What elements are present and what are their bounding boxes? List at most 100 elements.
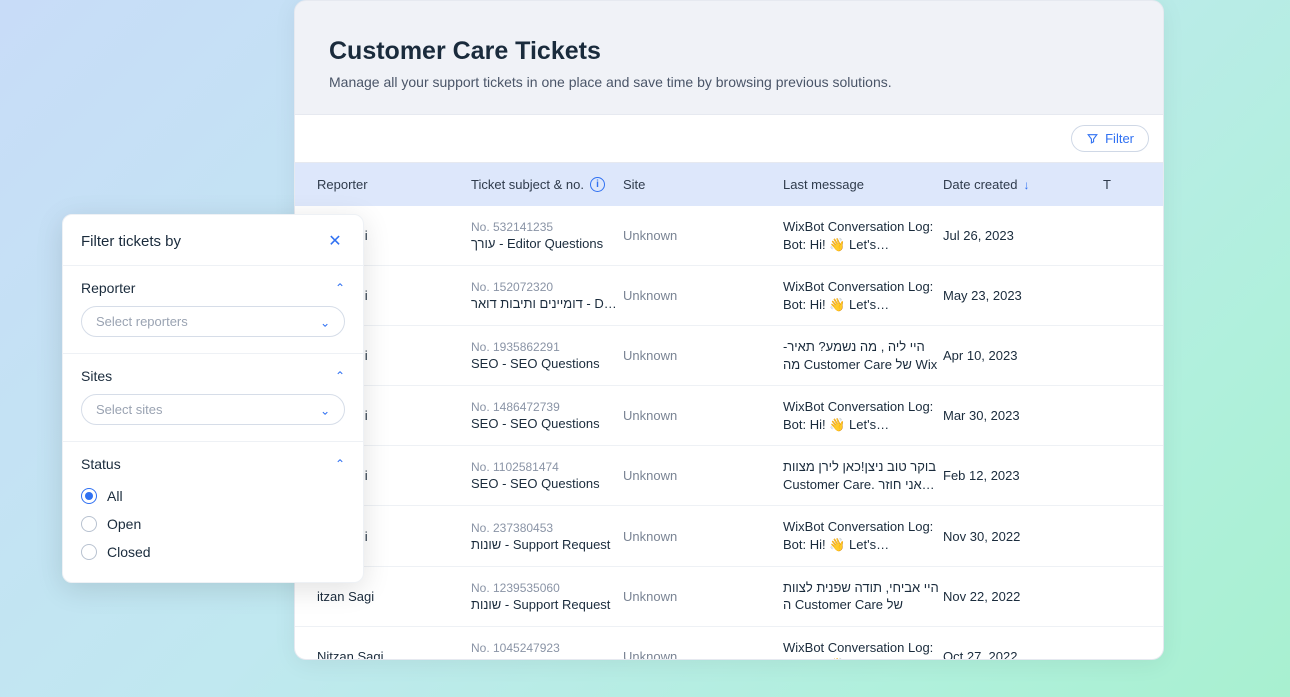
table-row[interactable]: zan SagiNo. 532141235עורך - Editor Quest… [295,206,1163,266]
filter-popup: Filter tickets by ✕ Reporter ⌃ Select re… [62,214,364,583]
radio-icon [81,488,97,504]
table-header: Reporter Ticket subject & no. i Site Las… [295,163,1163,206]
ticket-subject: SEO - SEO Questions [471,416,623,431]
cell-message: WixBot Conversation Log: Bot: Hi! 👋 Let'… [783,639,943,660]
table-row[interactable]: zan SagiNo. 237380453שונות - Support Req… [295,506,1163,566]
close-icon: ✕ [328,231,341,251]
ticket-subject: SEO - SEO Questions [471,476,623,491]
info-icon[interactable]: i [590,177,605,192]
column-header-site[interactable]: Site [623,177,783,192]
section-toggle-reporter[interactable]: Reporter ⌃ [81,280,345,296]
cell-subject: No. 152072320 דומיינים ותיבות דואר - Do… [471,280,623,311]
chevron-up-icon: ⌃ [335,457,345,471]
column-header-t[interactable]: T [1103,177,1141,192]
cell-message: היי אביחי, תודה שפנית לצוות ה Customer C… [783,579,943,614]
column-header-reporter[interactable]: Reporter [317,177,471,192]
ticket-number: No. 152072320 [471,280,623,294]
section-toggle-status[interactable]: Status ⌃ [81,456,345,472]
cell-date: Apr 10, 2023 [943,348,1103,363]
chevron-up-icon: ⌃ [335,281,345,295]
cell-reporter: Nitzan Sagi [317,649,471,660]
page-title: Customer Care Tickets [329,37,1129,66]
sort-desc-icon: ↓ [1023,178,1029,192]
ticket-subject: שונות - Support Request [471,597,623,612]
filter-section-status: Status ⌃ All Open Closed [63,442,363,582]
status-option[interactable]: Closed [81,538,345,566]
section-label: Status [81,456,121,472]
cell-message: WixBot Conversation Log: Bot: Hi! 👋 Let'… [783,218,943,253]
ticket-subject: עורך - Editor Questions [471,236,623,251]
cell-message: בוקר טוב ניצן!כאן לירן מצוות Customer Ca… [783,458,943,493]
ticket-number: No. 1239535060 [471,581,623,595]
popup-title: Filter tickets by [81,233,181,250]
cell-site: Unknown [623,288,783,303]
cell-site: Unknown [623,408,783,423]
status-option-label: Open [107,516,141,532]
table-row[interactable]: itzan SagiNo. 1239535060 שונות - Support … [295,567,1163,627]
tickets-panel: Customer Care Tickets Manage all your su… [294,0,1164,660]
cell-subject: No. 1239535060 שונות - Support Request [471,581,623,612]
table-row[interactable]: zan SagiNo. 1935862291SEO - SEO Question… [295,326,1163,386]
column-header-subject[interactable]: Ticket subject & no. i [471,177,623,192]
reporter-select[interactable]: Select reporters ⌃ [81,306,345,337]
cell-subject: No. 1935862291 SEO - SEO Questions [471,340,623,371]
cell-message: -היי ליה , מה נשמע? תאיר מה Customer Car… [783,338,943,373]
cell-site: Unknown [623,228,783,243]
cell-date: May 23, 2023 [943,288,1103,303]
page-subtitle: Manage all your support tickets in one p… [329,74,1129,90]
cell-date: Nov 30, 2022 [943,529,1103,544]
radio-icon [81,516,97,532]
sites-select[interactable]: Select sites ⌃ [81,394,345,425]
cell-date: Nov 22, 2022 [943,589,1103,604]
status-option-label: All [107,488,123,504]
cell-reporter: itzan Sagi [317,589,471,604]
cell-date: Jul 26, 2023 [943,228,1103,243]
cell-site: Unknown [623,468,783,483]
status-option-label: Closed [107,544,151,560]
cell-site: Unknown [623,649,783,660]
cell-site: Unknown [623,529,783,544]
table-row[interactable]: zan SagiNo. 1102581474SEO - SEO Question… [295,446,1163,506]
ticket-number: No. 1045247923 [471,641,623,655]
status-option[interactable]: Open [81,510,345,538]
cell-site: Unknown [623,589,783,604]
toolbar: Filter [295,114,1163,163]
chevron-down-icon: ⌃ [320,315,330,329]
cell-subject: No. 237380453שונות - Support Request [471,521,623,552]
table-row[interactable]: Nitzan SagiNo. 1045247923שונות - Support… [295,627,1163,660]
ticket-number: No. 1486472739 [471,400,623,414]
radio-icon [81,544,97,560]
ticket-subject: SEO - SEO Questions [471,356,623,371]
column-header-message[interactable]: Last message [783,177,943,192]
status-options: All Open Closed [81,482,345,566]
cell-date: Oct 27, 2022 [943,649,1103,660]
filter-section-sites: Sites ⌃ Select sites ⌃ [63,354,363,442]
cell-date: Mar 30, 2023 [943,408,1103,423]
table-row[interactable]: zan SagiNo. 152072320דומיינים ותיבות דוא… [295,266,1163,326]
cell-subject: No. 1486472739 SEO - SEO Questions [471,400,623,431]
filter-button[interactable]: Filter [1071,125,1149,152]
ticket-number: No. 1102581474 [471,460,623,474]
chevron-down-icon: ⌃ [320,403,330,417]
section-toggle-sites[interactable]: Sites ⌃ [81,368,345,384]
ticket-number: No. 532141235 [471,220,623,234]
cell-message: WixBot Conversation Log: Bot: Hi! 👋 Let'… [783,398,943,433]
table-body: zan SagiNo. 532141235עורך - Editor Quest… [295,206,1163,660]
section-label: Reporter [81,280,135,296]
popup-header: Filter tickets by ✕ [63,215,363,266]
column-header-date[interactable]: Date created ↓ [943,177,1103,192]
cell-message: WixBot Conversation Log: Bot: Hi! 👋 Let'… [783,278,943,313]
cell-message: WixBot Conversation Log: Bot: Hi! 👋 Let'… [783,518,943,553]
section-label: Sites [81,368,112,384]
ticket-subject: דומיינים ותיבות דואר - Do… [471,296,623,311]
cell-subject: No. 532141235 עורך - Editor Questions [471,220,623,251]
panel-header: Customer Care Tickets Manage all your su… [295,1,1163,114]
close-button[interactable]: ✕ [325,231,345,251]
chevron-up-icon: ⌃ [335,369,345,383]
cell-date: Feb 12, 2023 [943,468,1103,483]
table-row[interactable]: zan SagiNo. 1486472739SEO - SEO Question… [295,386,1163,446]
ticket-number: No. 1935862291 [471,340,623,354]
cell-site: Unknown [623,348,783,363]
cell-subject: No. 1102581474 SEO - SEO Questions [471,460,623,491]
status-option[interactable]: All [81,482,345,510]
